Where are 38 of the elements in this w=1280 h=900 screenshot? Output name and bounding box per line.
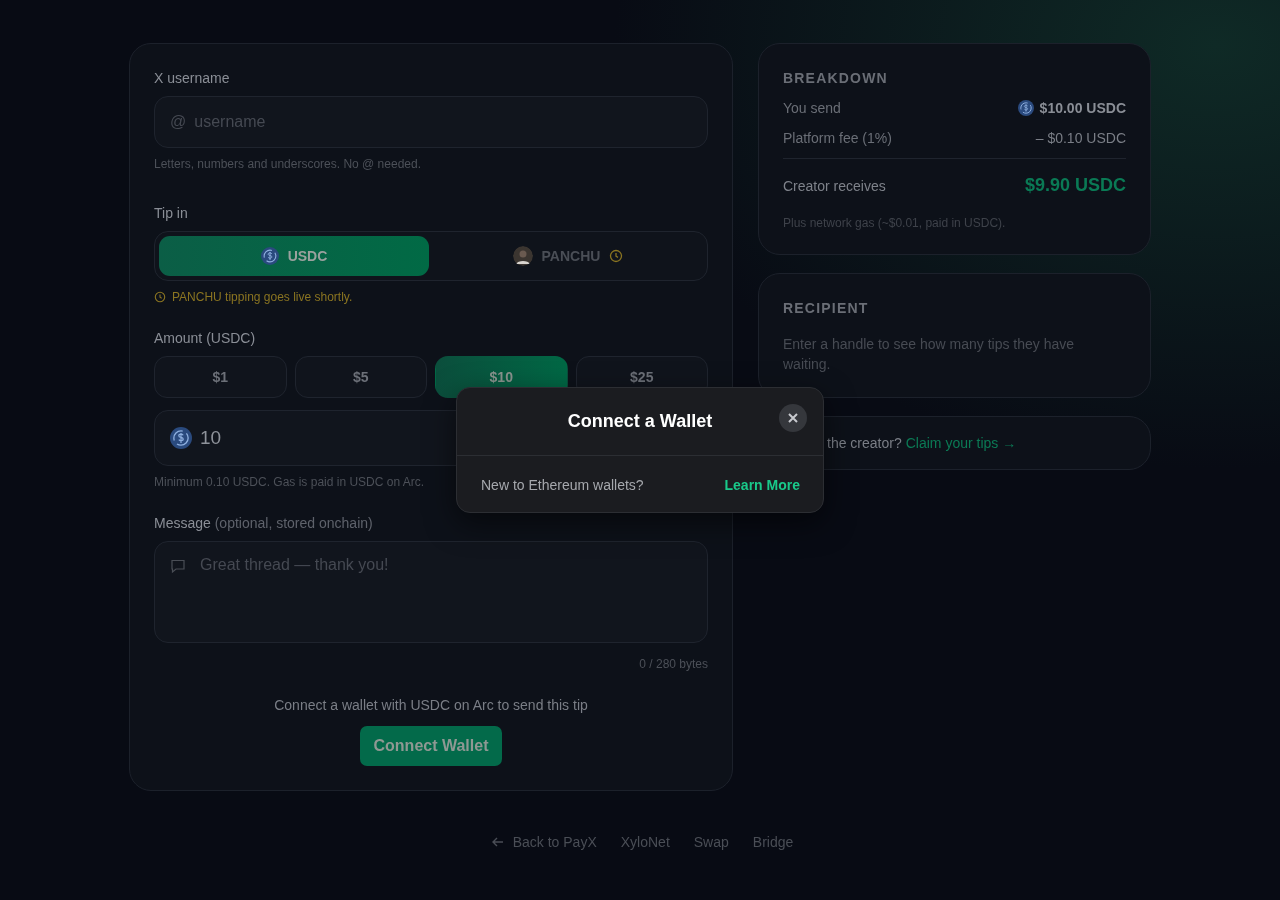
card-title: RECIPIENT [783, 300, 870, 316]
amount-preset[interactable]: $5 [294, 356, 427, 398]
connect-prompt: Connect a wallet with USDC on Arc to send this tip [274, 697, 588, 713]
learn-more-link[interactable]: Learn More [724, 477, 800, 493]
connect-wallet-button[interactable]: Connect Wallet [359, 726, 503, 766]
claim-text: the creator? [827, 435, 902, 451]
coin-icon [170, 427, 192, 449]
field-label: Amount (USDC) [154, 330, 257, 346]
row-label: Creator receives [783, 177, 886, 194]
footer-link[interactable]: Swap [693, 834, 729, 850]
coin-icon [260, 247, 279, 265]
coin-icon [1017, 100, 1034, 116]
field-label: X username [154, 70, 231, 86]
speech-bubble-icon [170, 558, 186, 574]
hint-text: Letters, numbers and underscores. No @ needed. [154, 157, 421, 171]
claim-link[interactable]: Claim your tips → [905, 435, 1017, 451]
footer-link[interactable]: XyloNet [620, 834, 670, 850]
field-label: Tip in [154, 205, 189, 221]
notice-text: PANCHU tipping goes live shortly. [172, 290, 353, 304]
row-label: Platform fee (1%) [783, 130, 892, 146]
back-link[interactable]: Back to PayX [490, 834, 597, 850]
amount-preset[interactable]: $1 [154, 356, 287, 398]
byte-counter: 0 / 280 bytes [638, 657, 708, 671]
row-value: – $0.10 USDC [1035, 130, 1126, 146]
field-label: Message (optional, stored onchain) [154, 515, 374, 531]
token-option[interactable]: PANCHU [433, 236, 703, 276]
footer-link[interactable]: Bridge [752, 834, 794, 850]
row-value: $9.90 USDC [1024, 175, 1126, 196]
token-option[interactable]: USDC [159, 236, 429, 276]
recipient-text: Enter a handle to see how many tips they have waiting. [783, 335, 1076, 374]
clock-icon [154, 291, 166, 303]
card-title: BREAKDOWN [783, 70, 889, 86]
close-icon [787, 412, 799, 424]
back-arrow-icon [490, 835, 505, 849]
row-value: $10.00 USDC [1039, 100, 1126, 116]
close-button[interactable] [779, 404, 807, 432]
modal-text: New to Ethereum wallets? [481, 477, 644, 493]
row-label: You send [783, 100, 841, 116]
